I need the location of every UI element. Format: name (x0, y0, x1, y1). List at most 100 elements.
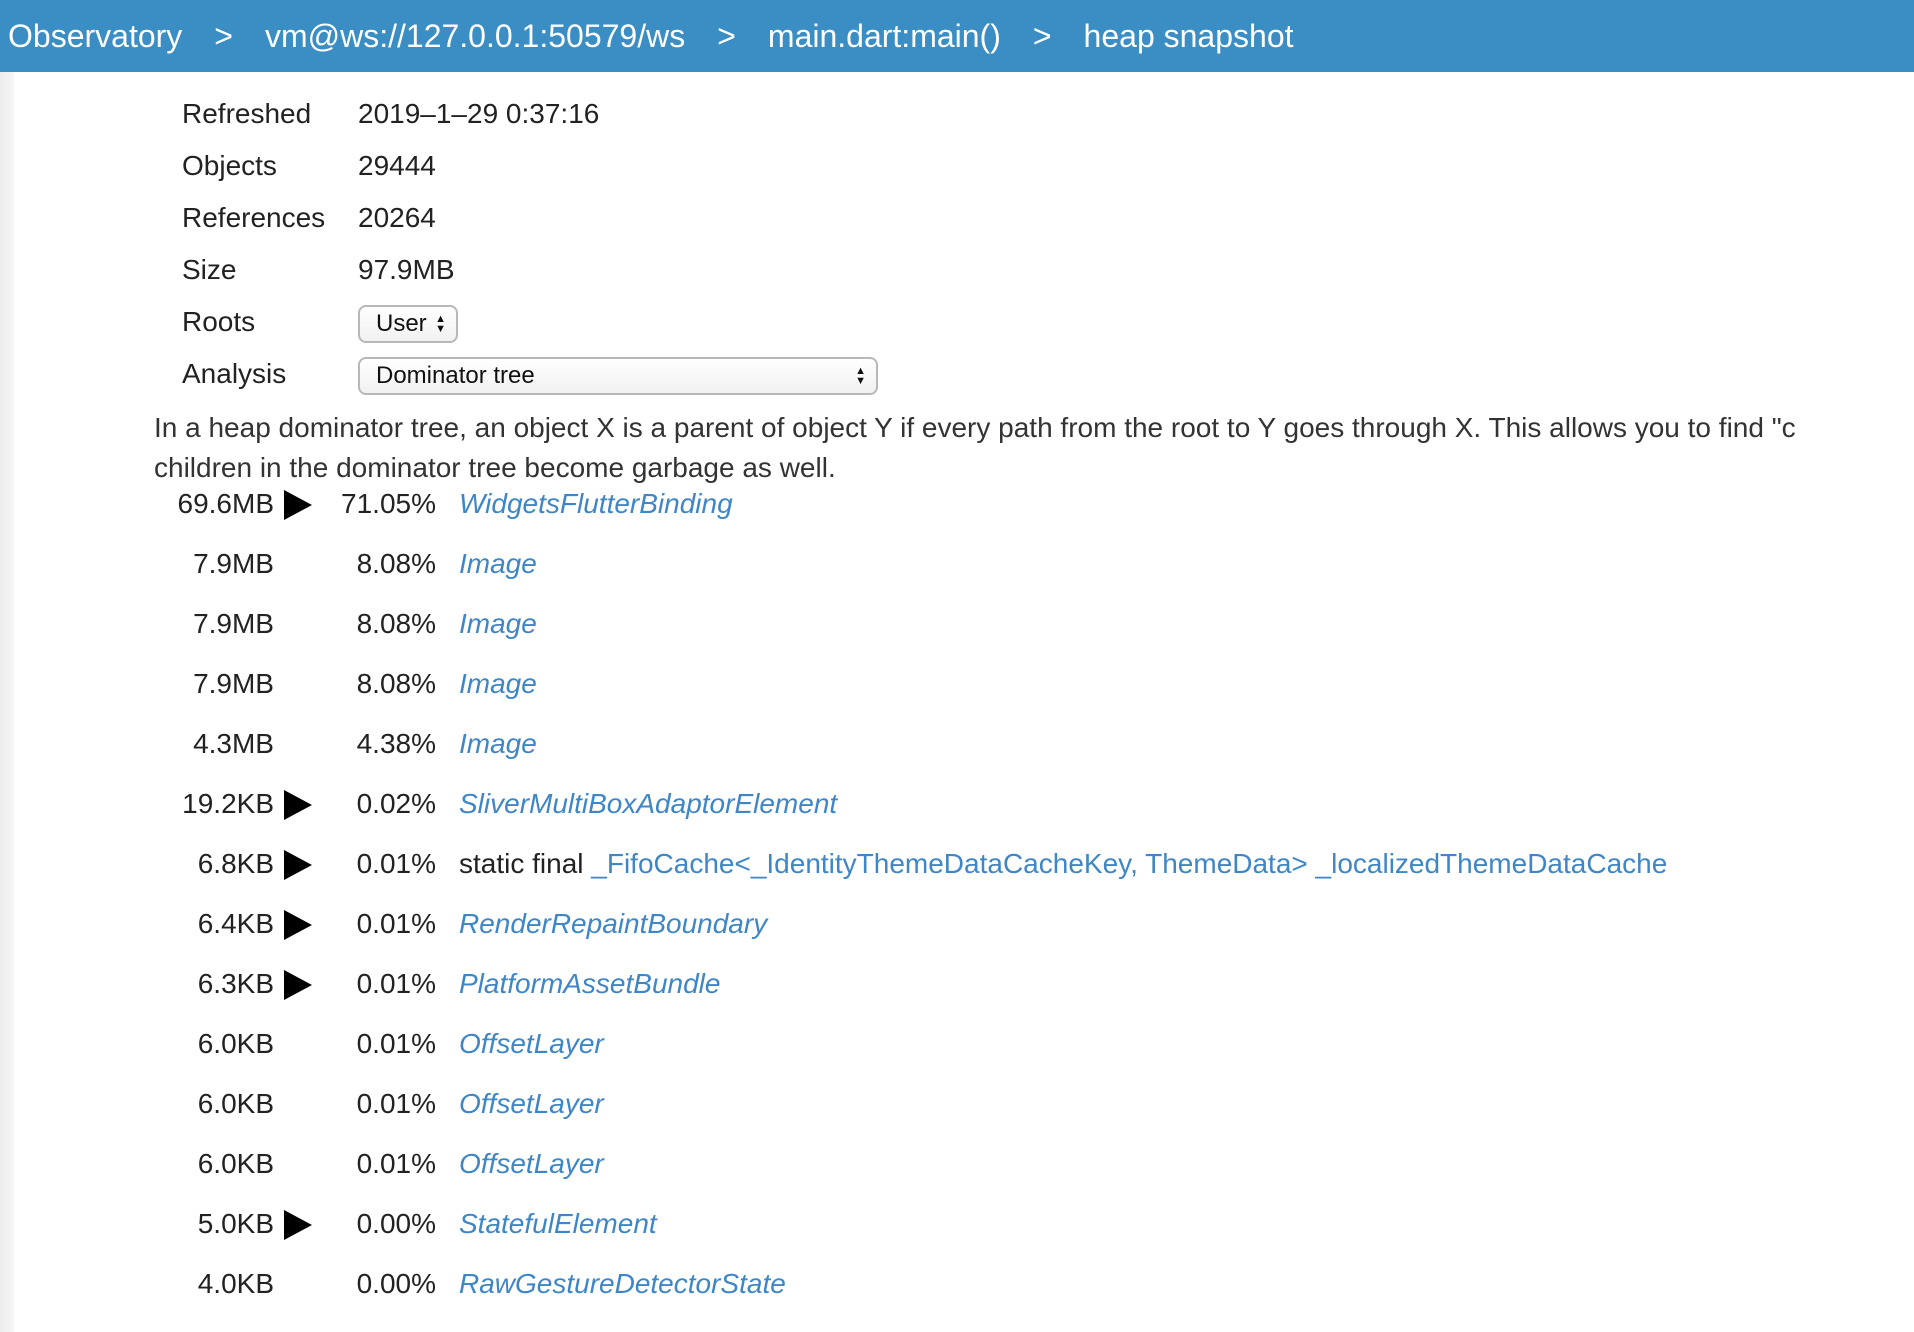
retained-percent: 8.08% (356, 668, 436, 699)
retained-size: 4.3MB (193, 728, 274, 759)
breadcrumb-separator: > (1032, 17, 1052, 54)
object-link[interactable]: StatefulElement (459, 1208, 657, 1239)
retained-percent: 0.01% (356, 1148, 436, 1179)
analysis-label: Analysis (182, 358, 287, 389)
tree-row: 7.9MB 8.08% Image (0, 548, 1914, 608)
size-value: 97.9MB (358, 254, 455, 285)
retained-percent: 0.00% (356, 1208, 436, 1239)
refreshed-value: 2019–1–29 0:37:16 (358, 98, 600, 129)
tree-row: 6.0KB 0.01% OffsetLayer (0, 1028, 1914, 1088)
object-cell: StatefulElement (459, 1208, 657, 1240)
breadcrumb-heap-snapshot[interactable]: heap snapshot (1084, 18, 1294, 55)
retained-percent: 0.01% (356, 848, 436, 879)
retained-percent: 0.02% (356, 788, 436, 819)
object-link[interactable]: RenderRepaintBoundary (459, 908, 767, 939)
retained-size: 6.0KB (197, 1088, 274, 1119)
object-link[interactable]: Image (459, 728, 537, 759)
object-link[interactable]: RawGestureDetectorState (459, 1268, 786, 1299)
retained-percent: 71.05% (341, 488, 436, 519)
updown-arrows-icon: ▲ ▼ (855, 365, 866, 387)
objects-label: Objects (182, 150, 277, 181)
object-link[interactable]: Image (459, 608, 537, 639)
object-cell: OffsetLayer (459, 1088, 604, 1120)
retained-percent: 0.01% (356, 968, 436, 999)
tree-row: 7.9MB 8.08% Image (0, 668, 1914, 728)
retained-size: 6.0KB (197, 1028, 274, 1059)
tree-row: 6.8KB 0.01% static final _FifoCache<_Ident… (0, 848, 1914, 908)
tree-row: 69.6MB 71.05% WidgetsFlutterBinding (0, 488, 1914, 548)
expand-triangle-icon[interactable] (284, 790, 312, 820)
object-cell: RawGestureDetectorState (459, 1268, 786, 1300)
analysis-select-value: Dominator tree (376, 362, 535, 389)
object-cell: SliverMultiBoxAdaptorElement (459, 788, 837, 820)
size-label: Size (182, 254, 237, 285)
roots-label: Roots (182, 306, 256, 337)
retained-size: 7.9MB (193, 608, 274, 639)
roots-cell: User ▲ ▼ (358, 305, 458, 343)
breadcrumb-observatory[interactable]: Observatory (8, 18, 182, 55)
analysis-select[interactable]: Dominator tree ▲ ▼ (358, 357, 878, 395)
retained-percent: 8.08% (356, 548, 436, 579)
object-cell: Image (459, 548, 537, 580)
tree-row: 19.2KB 0.02% SliverMultiBoxAdaptorElement (0, 788, 1914, 848)
object-link[interactable]: OffsetLayer (459, 1028, 604, 1059)
field-prefix: static final (459, 848, 592, 879)
refreshed-label: Refreshed (182, 98, 312, 129)
retained-size: 6.4KB (197, 908, 274, 939)
object-link[interactable]: PlatformAssetBundle (459, 968, 720, 999)
analysis-cell: Dominator tree ▲ ▼ (358, 357, 878, 395)
references-label: References (182, 202, 326, 233)
expand-triangle-icon[interactable] (284, 910, 312, 940)
object-cell: OffsetLayer (459, 1148, 604, 1180)
retained-size: 6.0KB (197, 1148, 274, 1179)
retained-size: 7.9MB (193, 668, 274, 699)
object-link[interactable]: WidgetsFlutterBinding (459, 488, 733, 519)
tree-row: 6.4KB 0.01% RenderRepaintBoundary (0, 908, 1914, 968)
object-cell: RenderRepaintBoundary (459, 908, 767, 940)
breadcrumb-separator: > (214, 17, 233, 54)
retained-size: 69.6MB (177, 488, 275, 519)
retained-size: 19.2KB (182, 788, 274, 819)
tree-row: 4.0KB 0.00% RawGestureDetectorState (0, 1268, 1914, 1328)
objects-value: 29444 (358, 150, 436, 181)
references-value: 20264 (358, 202, 436, 233)
tree-row: 5.0KB 0.00% StatefulElement (0, 1208, 1914, 1268)
object-link[interactable]: Image (459, 548, 537, 579)
retained-size: 5.0KB (197, 1208, 274, 1239)
roots-select-value: User (376, 310, 427, 337)
retained-percent: 0.01% (356, 908, 436, 939)
tree-row: 4.3MB 4.38% Image (0, 728, 1914, 788)
retained-percent: 8.08% (356, 608, 436, 639)
tree-row: 6.0KB 0.01% OffsetLayer (0, 1148, 1914, 1208)
retained-percent: 0.01% (356, 1028, 436, 1059)
object-cell: Image (459, 728, 537, 760)
dominator-tree: 69.6MB 71.05% WidgetsFlutterBinding 7.9MB 8.… (0, 488, 1914, 1328)
updown-arrows-icon: ▲ ▼ (435, 313, 446, 335)
expand-triangle-icon[interactable] (284, 850, 312, 880)
object-cell: Image (459, 608, 537, 640)
object-cell: Image (459, 668, 537, 700)
retained-size: 6.3KB (197, 968, 274, 999)
retained-size: 6.8KB (197, 848, 274, 879)
breadcrumb-isolate[interactable]: main.dart:main() (768, 18, 1001, 55)
object-link[interactable]: OffsetLayer (459, 1148, 604, 1179)
breadcrumb-separator: > (717, 17, 736, 54)
expand-triangle-icon[interactable] (284, 490, 312, 520)
retained-percent: 0.01% (356, 1088, 436, 1119)
roots-select[interactable]: User ▲ ▼ (358, 305, 458, 343)
expand-triangle-icon[interactable] (284, 970, 312, 1000)
expand-triangle-icon[interactable] (284, 1210, 312, 1240)
retained-size: 7.9MB (193, 548, 274, 579)
description-line-2: children in the dominator tree become ga… (154, 452, 836, 483)
object-link[interactable]: SliverMultiBoxAdaptorElement (459, 788, 837, 819)
object-cell: static final _FifoCache<_IdentityThemeDa… (459, 848, 1667, 880)
object-cell: OffsetLayer (459, 1028, 604, 1060)
tree-row: 6.0KB 0.01% OffsetLayer (0, 1088, 1914, 1148)
tree-row: 6.3KB 0.01% PlatformAssetBundle (0, 968, 1914, 1028)
retained-size: 4.0KB (197, 1268, 274, 1299)
top-nav-bar: Observatory > vm@ws://127.0.0.1:50579/ws… (0, 0, 1914, 72)
field-link[interactable]: _FifoCache<_IdentityThemeDataCacheKey, T… (591, 848, 1667, 879)
object-link[interactable]: Image (459, 668, 537, 699)
object-link[interactable]: OffsetLayer (459, 1088, 604, 1119)
breadcrumb-vm[interactable]: vm@ws://127.0.0.1:50579/ws (265, 18, 685, 55)
